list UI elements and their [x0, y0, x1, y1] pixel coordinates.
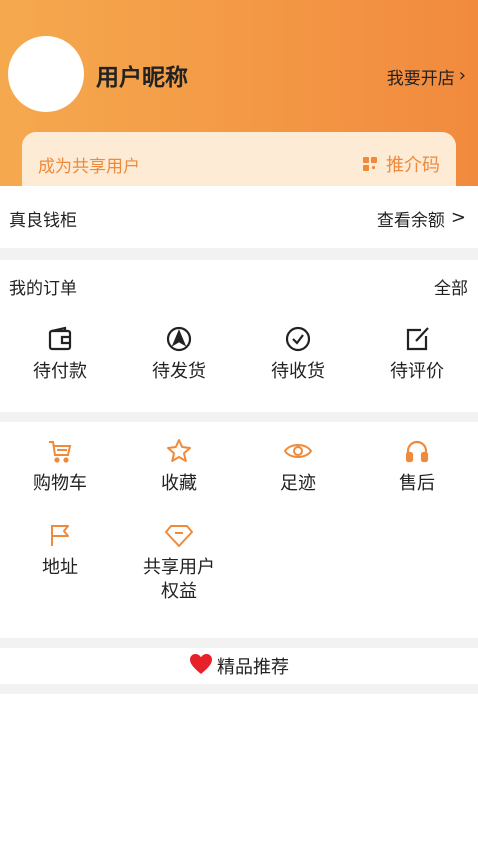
view-balance-link[interactable]: 查看余额 > — [377, 206, 466, 231]
divider — [0, 248, 478, 260]
all-orders-link[interactable]: 全部 — [434, 274, 468, 299]
open-shop-label: 我要开店 — [386, 69, 455, 89]
service-label-line: 权益 — [161, 581, 197, 602]
chevron-right-icon: › — [458, 64, 466, 86]
service-label: 足迹 — [280, 473, 316, 494]
order-item-label: 待发货 — [152, 361, 206, 382]
nickname[interactable]: 用户昵称 — [96, 58, 188, 92]
wallet-icon — [45, 324, 75, 354]
diamond-icon — [164, 520, 194, 550]
service-label: 共享用户 权益 — [143, 556, 215, 604]
recommend-header: 精品推荐 — [0, 648, 478, 684]
divider — [0, 638, 478, 648]
share-user-title: 成为共享用户 — [38, 157, 140, 177]
view-balance-label: 查看余额 — [376, 211, 445, 231]
order-pending-receipt[interactable]: 待收货 — [238, 324, 358, 384]
qr-code-icon — [363, 156, 378, 172]
recommend-title: 精品推荐 — [217, 657, 289, 678]
send-icon — [164, 324, 194, 354]
divider — [0, 412, 478, 422]
favorites-entry[interactable]: 收藏 — [119, 436, 239, 496]
flag-icon — [45, 520, 75, 550]
avatar[interactable] — [8, 36, 84, 112]
wallet-row[interactable]: 真良钱柜 查看余额 > — [0, 186, 478, 248]
order-item-label: 待评价 — [390, 361, 444, 382]
order-pending-shipment[interactable]: 待发货 — [119, 324, 239, 384]
order-pending-review[interactable]: 待评价 — [357, 324, 477, 384]
cart-icon — [45, 436, 75, 466]
footprints-entry[interactable]: 足迹 — [238, 436, 358, 496]
open-shop-link[interactable]: 我要开店 › — [387, 64, 466, 89]
services-section: 购物车 收藏 足迹 售后 地址 共享用户 权益 — [0, 422, 478, 638]
order-item-label: 待收货 — [271, 361, 325, 382]
address-entry[interactable]: 地址 — [0, 520, 120, 580]
eye-icon — [283, 436, 313, 466]
service-label: 售后 — [399, 473, 435, 494]
service-label-line: 共享用户 — [143, 557, 215, 578]
service-label: 地址 — [42, 557, 78, 578]
promo-code-button[interactable]: 推介码 — [363, 151, 440, 177]
share-user-card[interactable]: 成为共享用户 推介码 — [22, 132, 456, 186]
orders-section: 我的订单 全部 待付款 待发货 待收货 待评价 — [0, 260, 478, 412]
order-pending-payment[interactable]: 待付款 — [0, 324, 120, 384]
heart-icon — [189, 653, 213, 679]
headphones-icon — [402, 436, 432, 466]
chevron-right-icon: > — [450, 206, 466, 228]
service-label: 收藏 — [161, 473, 197, 494]
promo-code-label: 推介码 — [386, 155, 440, 176]
share-user-benefits-entry[interactable]: 共享用户 权益 — [119, 520, 239, 604]
edit-icon — [402, 324, 432, 354]
check-circle-icon — [283, 324, 313, 354]
after-sales-entry[interactable]: 售后 — [357, 436, 477, 496]
orders-title: 我的订单 — [9, 279, 77, 299]
star-icon — [164, 436, 194, 466]
cart-entry[interactable]: 购物车 — [0, 436, 120, 496]
order-item-label: 待付款 — [33, 361, 87, 382]
service-label: 购物车 — [33, 473, 87, 494]
divider — [0, 684, 478, 694]
wallet-label: 真良钱柜 — [9, 211, 77, 231]
